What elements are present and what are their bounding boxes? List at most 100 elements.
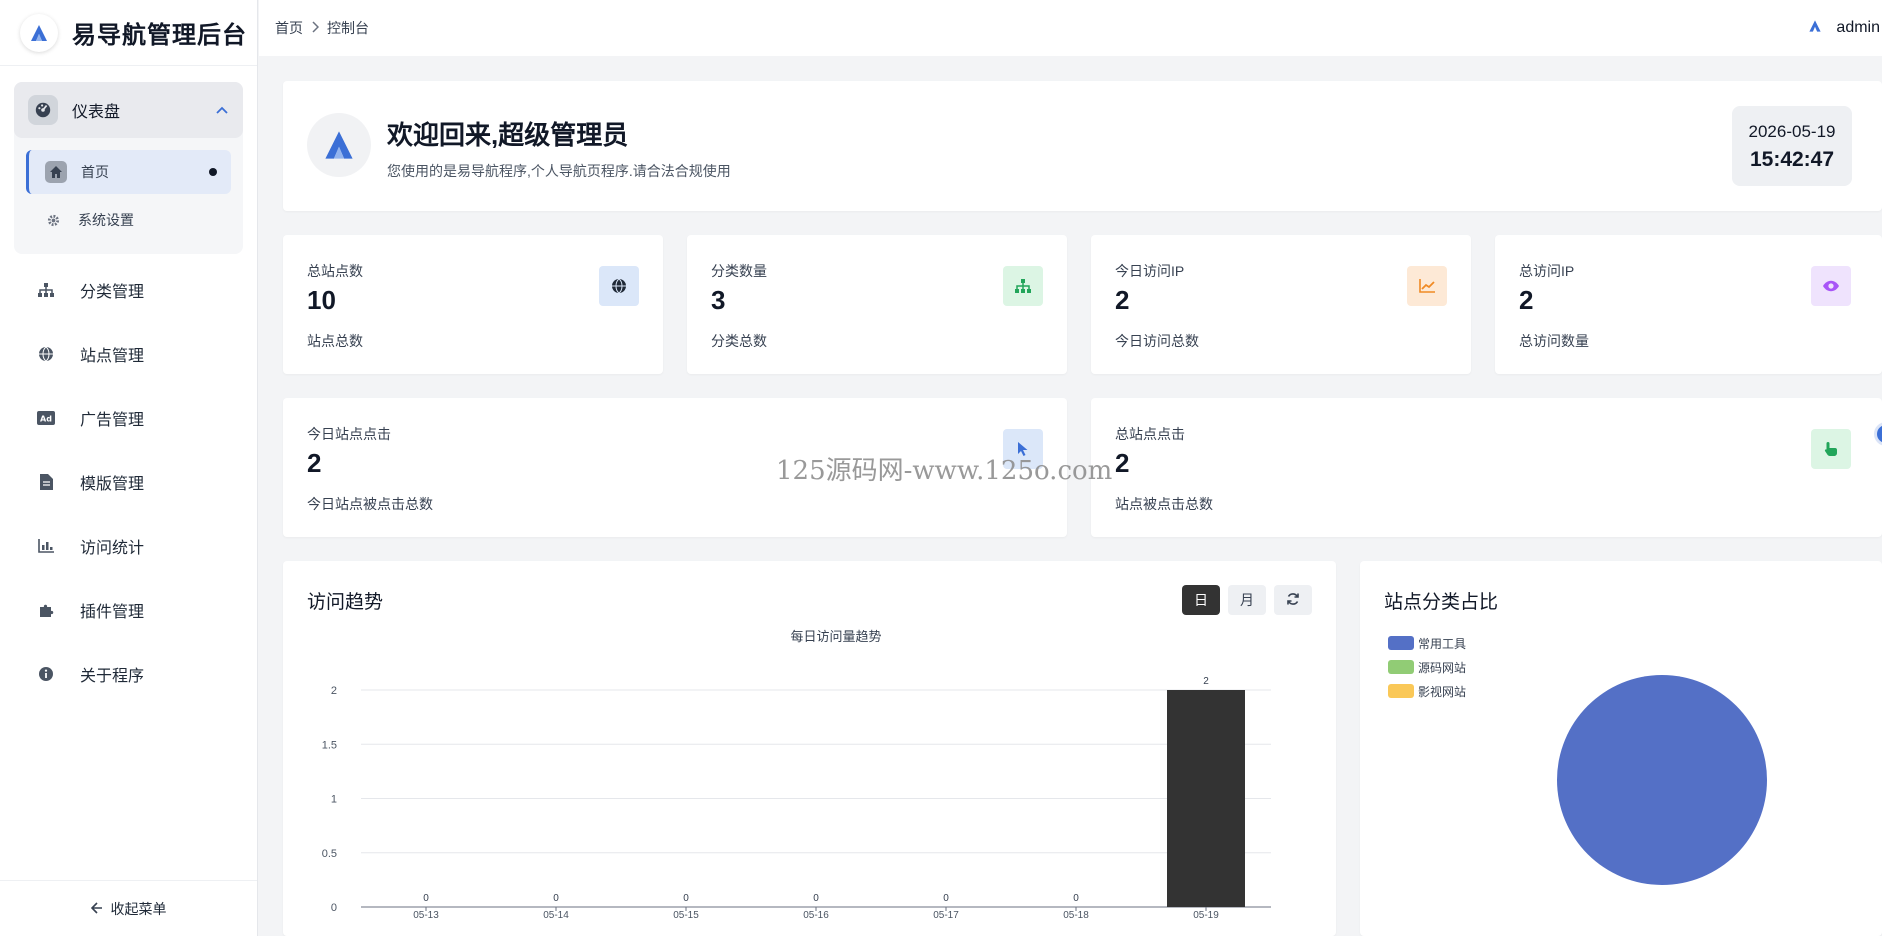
username: admin — [1836, 19, 1880, 36]
stat-value: 2 — [1115, 448, 1130, 478]
stat-value: 10 — [307, 285, 336, 315]
brand-title: 易导航管理后台 — [72, 22, 247, 49]
sidebar-item-ads[interactable]: Ad 广告管理 — [14, 386, 243, 450]
collapse-label: 收起菜单 — [110, 900, 167, 917]
menu-group-dashboard-toggle[interactable]: 仪表盘 — [14, 82, 243, 138]
collapse-menu-button[interactable]: 收起菜单 — [0, 880, 257, 936]
file-icon — [34, 474, 58, 490]
breadcrumb-home[interactable]: 首页 — [275, 18, 303, 38]
logo-icon — [20, 13, 58, 52]
user-menu[interactable]: admin — [1808, 19, 1880, 38]
data-label: 0 — [813, 893, 819, 904]
y-tick-label: 1.5 — [322, 739, 337, 751]
sidebar-item-label: 广告管理 — [80, 412, 145, 429]
gear-icon — [42, 209, 64, 231]
sidebar: 易导航管理后台 仪表盘 首页 系统设置 分类管理 站点管理 Ad 广告管理 模版… — [0, 0, 258, 936]
sitemap-icon — [34, 283, 58, 297]
x-tick-label: 05-13 — [413, 910, 439, 921]
logo-icon — [307, 113, 371, 177]
stat-card-total-ip: 总访问IP 2 总访问数量 — [1495, 235, 1882, 374]
brand[interactable]: 易导航管理后台 — [0, 0, 257, 66]
x-tick-label: 05-18 — [1063, 910, 1089, 921]
pointer-hand-icon — [1811, 429, 1851, 469]
submenu-item-settings[interactable]: 系统设置 — [26, 198, 231, 242]
sidebar-item-label: 模版管理 — [80, 476, 145, 493]
welcome-subtitle: 您使用的是易导航程序,个人导航页程序.请合法合规使用 — [387, 163, 731, 179]
svg-text:Ad: Ad — [40, 415, 52, 424]
stat-desc: 分类总数 — [711, 333, 767, 349]
chart-title: 每日访问量趋势 — [790, 629, 881, 644]
sidebar-item-templates[interactable]: 模版管理 — [14, 450, 243, 514]
stat-label: 总站点数 — [307, 263, 363, 279]
sidebar-item-label: 分类管理 — [80, 284, 145, 301]
bar-chart-icon — [34, 539, 58, 553]
x-tick-label: 05-16 — [803, 910, 829, 921]
stat-desc: 站点总数 — [307, 333, 363, 349]
data-label: 0 — [423, 893, 429, 904]
menu-group-label: 仪表盘 — [72, 104, 121, 121]
stat-card-categories: 分类数量 3 分类总数 — [687, 235, 1067, 374]
category-pie-chart — [1557, 675, 1767, 885]
data-label: 0 — [1073, 893, 1079, 904]
clock: 2026-05-19 15:42:47 — [1732, 106, 1852, 186]
submenu-item-home[interactable]: 首页 — [26, 150, 231, 194]
data-label: 0 — [683, 893, 689, 904]
line-chart-icon — [1407, 266, 1447, 306]
clock-time: 15:42:47 — [1749, 148, 1835, 171]
sidebar-item-about[interactable]: 关于程序 — [14, 642, 243, 706]
data-label: 0 — [943, 893, 949, 904]
sidebar-item-label: 访问统计 — [80, 540, 145, 557]
sidebar-item-sites[interactable]: 站点管理 — [14, 322, 243, 386]
stat-card-total-sites: 总站点数 10 站点总数 — [283, 235, 663, 374]
data-label: 2 — [1203, 676, 1209, 687]
stat-label: 总站点点击 — [1115, 426, 1185, 442]
x-tick-label: 05-15 — [673, 910, 699, 921]
watermark: 125源码网-www.125o.com — [776, 456, 1113, 486]
stat-label: 分类数量 — [711, 263, 767, 279]
active-dot — [209, 168, 217, 176]
breadcrumb-current: 控制台 — [327, 20, 369, 36]
stat-desc: 今日站点被点击总数 — [307, 496, 433, 512]
home-icon — [45, 161, 67, 183]
pie-slice[interactable] — [1557, 675, 1767, 885]
clock-date: 2026-05-19 — [1748, 122, 1836, 141]
menu-group-dashboard: 仪表盘 首页 系统设置 — [14, 82, 243, 254]
bar — [1167, 690, 1245, 907]
sidebar-menu: 仪表盘 首页 系统设置 分类管理 站点管理 Ad 广告管理 模版管理 访问统计 … — [0, 66, 257, 722]
stat-label: 总访问IP — [1519, 263, 1575, 279]
stat-desc: 总访问数量 — [1519, 333, 1589, 349]
y-tick-label: 0.5 — [322, 848, 337, 860]
visit-trend-card: 访问趋势 日 月 每日访问量趋势 0 0.5 1 1.5 2 0 05-13 0 05-14 0 05… — [283, 561, 1336, 936]
sidebar-item-statistics[interactable]: 访问统计 — [14, 514, 243, 578]
sidebar-item-categories[interactable]: 分类管理 — [14, 258, 243, 322]
welcome-card: 欢迎回来,超级管理员 您使用的是易导航程序,个人导航页程序.请合法合规使用 20… — [283, 81, 1882, 211]
welcome-title: 欢迎回来,超级管理员 — [387, 120, 629, 150]
dashboard-icon — [28, 95, 58, 125]
sidebar-item-label: 插件管理 — [80, 604, 145, 621]
sidebar-item-plugins[interactable]: 插件管理 — [14, 578, 243, 642]
y-tick-label: 0 — [331, 902, 337, 914]
submenu-label: 系统设置 — [78, 212, 134, 228]
stat-value: 2 — [307, 448, 322, 478]
y-tick-label: 2 — [331, 685, 337, 697]
stat-card-total-clicks: 总站点点击 2 站点被点击总数 — [1091, 398, 1882, 537]
globe-icon — [599, 266, 639, 306]
stat-label: 今日站点点击 — [307, 426, 391, 442]
sidebar-item-label: 站点管理 — [80, 348, 145, 365]
globe-icon — [34, 346, 58, 362]
stat-desc: 今日访问总数 — [1115, 333, 1199, 349]
chevron-right-icon — [311, 20, 320, 36]
daily-visits-bar-chart: 每日访问量趋势 0 0.5 1 1.5 2 0 05-13 0 05-14 0 05-15 0 05-16… — [322, 629, 1271, 921]
avatar — [1808, 19, 1822, 38]
stat-value: 2 — [1115, 285, 1130, 315]
stat-value: 3 — [711, 285, 726, 315]
arrow-left-icon — [90, 901, 103, 917]
data-label: 0 — [553, 893, 559, 904]
info-icon — [34, 666, 58, 682]
stat-card-today-ip: 今日访问IP 2 今日访问总数 — [1091, 235, 1471, 374]
submenu-label: 首页 — [81, 164, 109, 180]
x-tick-label: 05-17 — [933, 910, 959, 921]
stat-desc: 站点被点击总数 — [1115, 496, 1213, 512]
puzzle-icon — [34, 602, 58, 618]
sidebar-item-label: 关于程序 — [80, 668, 145, 685]
